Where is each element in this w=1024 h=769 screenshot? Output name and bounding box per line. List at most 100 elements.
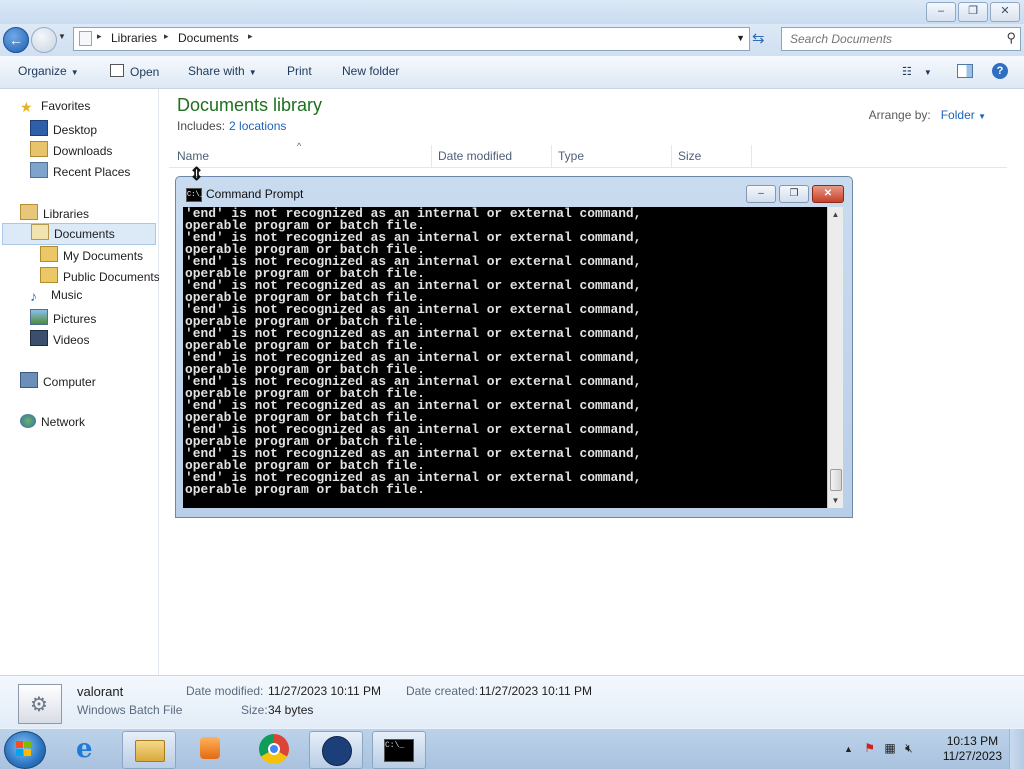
media-player-taskbar-button[interactable] — [184, 731, 236, 767]
history-dropdown-icon[interactable]: ▼ — [58, 32, 66, 41]
desktop-icon — [30, 120, 48, 136]
start-button[interactable] — [4, 731, 46, 769]
volume-muted-icon[interactable]: 🔇︎ — [905, 741, 913, 755]
nav-label: Desktop — [53, 123, 98, 137]
nav-label: Pictures — [53, 312, 97, 326]
breadcrumb-libraries[interactable]: Libraries — [111, 31, 157, 45]
new-folder-button[interactable]: New folder — [342, 64, 399, 78]
cmd-minimize-button[interactable]: – — [746, 185, 776, 203]
computer-icon — [20, 372, 38, 388]
nav-videos[interactable]: Videos — [30, 330, 89, 350]
share-with-button[interactable]: Share with ▼ — [188, 64, 257, 78]
nav-desktop[interactable]: Desktop — [30, 120, 97, 140]
network-status-icon[interactable]: ▦ — [884, 741, 895, 755]
internet-explorer-icon: e — [76, 734, 93, 764]
chrome-taskbar-button[interactable] — [248, 731, 300, 767]
nav-label: Libraries — [43, 207, 90, 221]
maximize-button[interactable]: ❐ — [958, 2, 988, 22]
organize-label: Organize — [18, 64, 67, 78]
internet-explorer-taskbar-button[interactable]: e — [64, 731, 116, 767]
system-clock[interactable]: 10:13 PM 11/27/2023 — [943, 734, 1002, 764]
breadcrumb-separator-icon[interactable]: ▸ — [97, 31, 102, 42]
nav-music[interactable]: ♪ Music — [30, 288, 82, 308]
column-size[interactable]: Size — [678, 149, 701, 163]
downloads-folder-icon — [30, 141, 48, 157]
column-date-modified[interactable]: Date modified — [438, 149, 512, 163]
preview-pane-icon[interactable] — [957, 64, 973, 78]
nav-computer[interactable]: Computer — [20, 372, 96, 392]
chevron-down-icon: ▼ — [978, 112, 986, 121]
console-output[interactable]: 'end' is not recognized as an internal o… — [183, 207, 827, 508]
cmd-maximize-button[interactable]: ❐ — [779, 185, 809, 203]
search-icon[interactable]: ⚲ — [1006, 30, 1016, 46]
action-center-icon[interactable]: ⚑ — [864, 741, 875, 755]
command-bar: Organize ▼ Open Share with ▼ Print New fol… — [0, 56, 1024, 89]
refresh-icon[interactable]: ⇆ — [752, 29, 772, 49]
nav-public-documents[interactable]: Public Documents — [40, 267, 160, 287]
nav-pictures[interactable]: Pictures — [30, 309, 96, 329]
detail-file-type: Windows Batch File — [77, 703, 183, 717]
view-options-icon[interactable]: ☷ ▼ — [902, 65, 932, 78]
breadcrumb-separator-icon[interactable]: ▸ — [164, 31, 169, 42]
videos-icon — [30, 330, 48, 346]
arrange-by: Arrange by: Folder ▼ — [869, 108, 986, 122]
chevron-down-icon: ▼ — [70, 68, 79, 77]
search-box[interactable]: ⚲ — [781, 27, 1021, 51]
cmd-close-button[interactable]: ✕ — [812, 185, 844, 203]
scroll-down-icon[interactable]: ▼ — [828, 493, 843, 508]
close-button[interactable]: ✕ — [990, 2, 1020, 22]
command-prompt-taskbar-button[interactable]: C:\_ — [372, 731, 426, 769]
column-type[interactable]: Type — [558, 149, 584, 163]
notification-area: ▲ ⚑ ▦ 🔇︎ — [844, 741, 913, 756]
explorer-taskbar-button[interactable] — [122, 731, 176, 769]
console-text: 'end' is not recognized as an internal o… — [185, 207, 642, 497]
nav-favorites[interactable]: ★ Favorites — [20, 99, 90, 119]
open-button[interactable]: Open — [110, 64, 159, 79]
nav-label: Videos — [53, 333, 90, 347]
app-taskbar-button[interactable] — [309, 731, 363, 769]
chevron-down-icon: ▼ — [248, 68, 257, 77]
address-dropdown-icon[interactable]: ▼ — [736, 33, 745, 43]
detail-size-value: 34 bytes — [268, 703, 314, 717]
nav-downloads[interactable]: Downloads — [30, 141, 112, 161]
scrollbar-thumb[interactable] — [830, 469, 842, 491]
nav-recent-places[interactable]: Recent Places — [30, 162, 130, 182]
media-player-icon — [200, 737, 220, 759]
nav-network[interactable]: Network — [20, 414, 85, 434]
column-header: Name ^ Date modified Type Size — [169, 141, 1007, 168]
command-prompt-icon: C:\_ — [186, 188, 204, 202]
music-icon: ♪ — [30, 288, 37, 304]
command-prompt-window[interactable]: C:\_ Command Prompt – ❐ ✕ 'end' is not r… — [175, 176, 853, 518]
column-name[interactable]: Name — [177, 149, 209, 163]
forward-button[interactable] — [31, 27, 57, 53]
nav-label: Documents — [54, 227, 115, 241]
arrange-label: Arrange by: — [868, 108, 931, 122]
help-icon[interactable]: ? — [992, 63, 1008, 79]
breadcrumb-separator-icon[interactable]: ▸ — [248, 31, 253, 42]
locations-link[interactable]: 2 locations — [229, 119, 286, 133]
scroll-up-icon[interactable]: ▲ — [828, 207, 843, 222]
clock-date: 11/27/2023 — [942, 749, 1002, 763]
breadcrumb-documents[interactable]: Documents — [178, 31, 239, 45]
explorer-titlebar[interactable]: – ❐ ✕ — [0, 0, 1024, 24]
show-desktop-button[interactable] — [1009, 729, 1024, 769]
share-with-label: Share with — [188, 64, 245, 78]
console-scrollbar[interactable]: ▲ ▼ — [827, 207, 843, 508]
organize-button[interactable]: Organize ▼ — [18, 64, 79, 78]
print-button[interactable]: Print — [287, 64, 312, 78]
back-button[interactable]: ← — [3, 27, 29, 53]
search-input[interactable] — [788, 30, 1002, 48]
document-icon — [79, 31, 92, 46]
navigation-pane: ★ Favorites Desktop Downloads Recent Plac… — [0, 89, 160, 675]
minimize-button[interactable]: – — [926, 2, 956, 22]
nav-libraries[interactable]: Libraries — [20, 204, 89, 224]
library-includes: Includes: 2 locations — [177, 119, 286, 133]
arrange-by-dropdown[interactable]: Folder ▼ — [941, 108, 986, 122]
chrome-icon — [259, 734, 289, 764]
open-file-icon — [110, 64, 124, 77]
nav-documents[interactable]: Documents — [2, 223, 156, 245]
nav-my-documents[interactable]: My Documents — [40, 246, 143, 266]
show-hidden-icons-icon[interactable]: ▲ — [844, 744, 853, 754]
nav-label: Recent Places — [53, 165, 131, 179]
address-bar[interactable]: ▸ Libraries ▸ Documents ▸ ▼ — [73, 27, 750, 51]
